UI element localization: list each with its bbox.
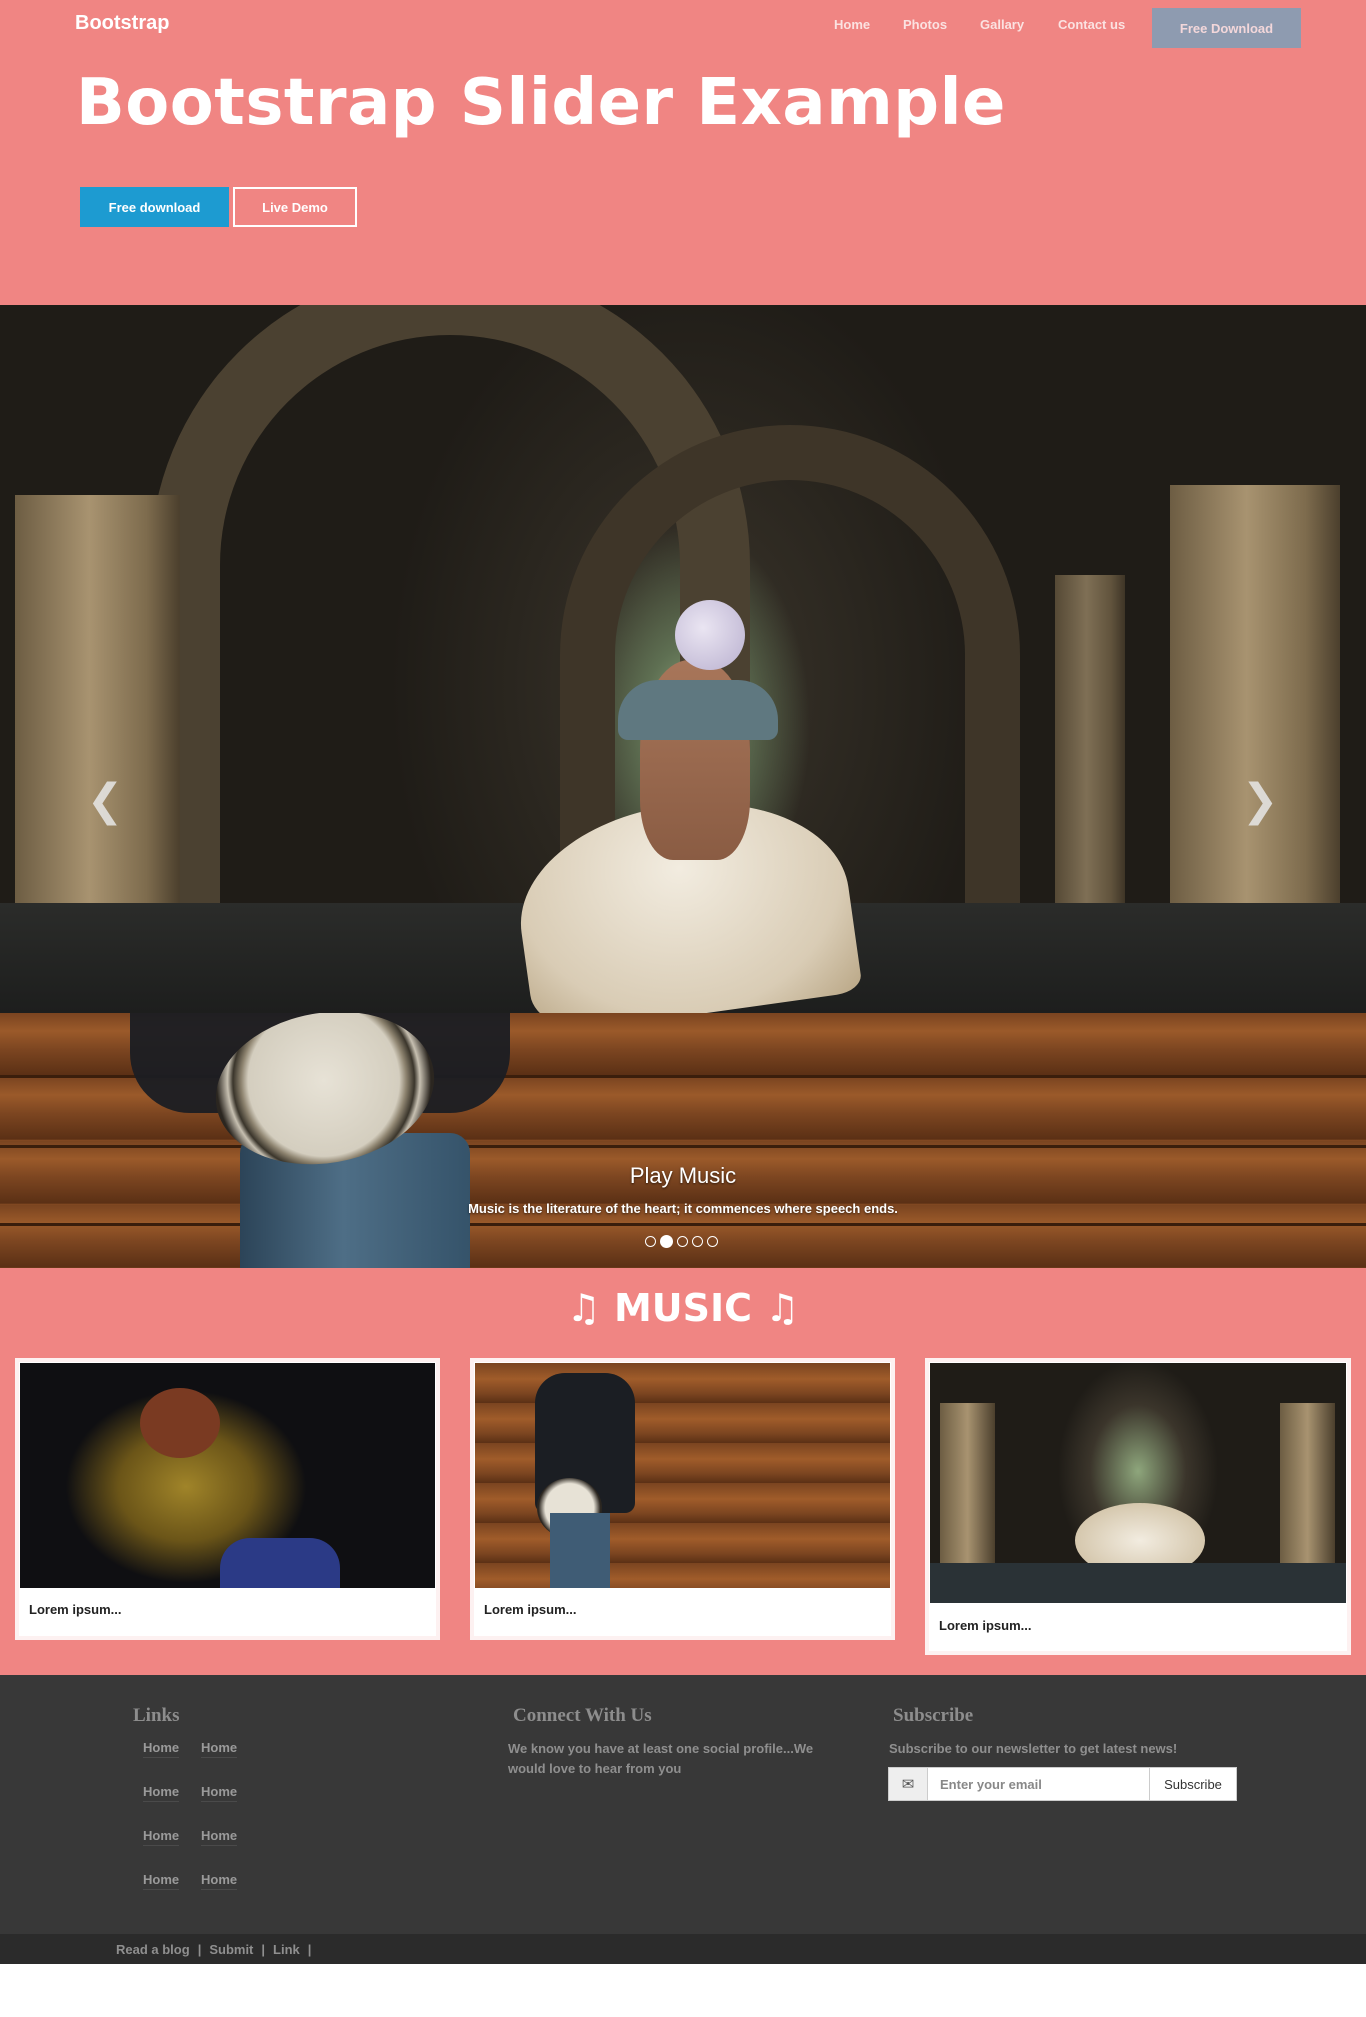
card-image-dancer bbox=[930, 1363, 1346, 1603]
separator: | bbox=[261, 1942, 266, 1957]
footer-link-home[interactable]: Home bbox=[143, 1872, 180, 1890]
carousel-indicator-active[interactable] bbox=[660, 1234, 673, 1248]
read-blog-link[interactable]: Read a blog bbox=[116, 1942, 190, 1957]
jeans-shape bbox=[550, 1513, 610, 1588]
nav-gallary[interactable]: Gallary bbox=[980, 17, 1024, 32]
hero-header: Bootstrap Home Photos Gallary Contact us… bbox=[0, 0, 1366, 305]
footer-link-home[interactable]: Home bbox=[143, 1740, 180, 1758]
carousel-indicator[interactable] bbox=[677, 1235, 688, 1247]
music-heading: ♫ MUSIC ♫ bbox=[566, 1286, 800, 1330]
carousel-indicator[interactable] bbox=[645, 1235, 656, 1247]
carousel-indicator[interactable] bbox=[707, 1235, 718, 1247]
pillar-shape bbox=[940, 1403, 995, 1563]
bottom-bar: Read a blog | Submit | Link | bbox=[0, 1934, 1366, 1964]
hero-title: Bootstrap Slider Example bbox=[76, 66, 1006, 140]
dancer-hair-flowers bbox=[675, 600, 745, 670]
music-card-2[interactable]: Lorem ipsum... bbox=[470, 1358, 895, 1640]
free-download-button[interactable]: Free download bbox=[80, 187, 229, 227]
submit-link[interactable]: Submit bbox=[209, 1942, 253, 1957]
footer-connect-heading: Connect With Us bbox=[513, 1705, 652, 1726]
live-demo-button[interactable]: Live Demo bbox=[233, 187, 357, 227]
footer-link-home[interactable]: Home bbox=[201, 1784, 238, 1802]
bottom-links: Read a blog | Submit | Link | bbox=[116, 1942, 311, 1957]
pillar-shape bbox=[1280, 1403, 1335, 1563]
card-caption: Lorem ipsum... bbox=[484, 1602, 577, 1617]
music-card-3[interactable]: Lorem ipsum... bbox=[925, 1358, 1351, 1655]
footer-link-home[interactable]: Home bbox=[201, 1828, 238, 1846]
chevron-right-icon[interactable]: ❯ bbox=[1240, 775, 1280, 825]
separator: | bbox=[197, 1942, 202, 1957]
envelope-icon: ✉ bbox=[888, 1767, 928, 1801]
carousel-indicators bbox=[645, 1234, 718, 1248]
chevron-left-icon[interactable]: ❮ bbox=[85, 775, 125, 825]
nav-photos[interactable]: Photos bbox=[903, 17, 947, 32]
card-image-woman bbox=[20, 1363, 435, 1588]
nav-home[interactable]: Home bbox=[834, 17, 870, 32]
carousel-caption-text: Music is the literature of the heart; it… bbox=[468, 1201, 898, 1216]
dancer-blouse bbox=[618, 680, 778, 740]
footer-links-heading: Links bbox=[133, 1705, 180, 1726]
music-card-1[interactable]: Lorem ipsum... bbox=[15, 1358, 440, 1640]
email-input[interactable]: Enter your email bbox=[928, 1767, 1150, 1801]
link-link[interactable]: Link bbox=[273, 1942, 300, 1957]
footer-link-home[interactable]: Home bbox=[201, 1872, 238, 1890]
footer-subscribe-text: Subscribe to our newsletter to get lates… bbox=[889, 1741, 1178, 1756]
card-image-banjo bbox=[475, 1363, 890, 1588]
brand-logo[interactable]: Bootstrap bbox=[75, 12, 169, 35]
footer-subscribe-heading: Subscribe bbox=[893, 1705, 974, 1726]
footer: Links Home Home Home Home Home Home Home… bbox=[0, 1675, 1366, 1934]
footer-connect-text: We know you have at least one social pro… bbox=[508, 1741, 814, 1776]
plank-line bbox=[0, 1145, 1366, 1148]
image-carousel[interactable]: ❮ ❯ Play Music Music is the literature o… bbox=[0, 305, 1366, 1268]
nav-contact[interactable]: Contact us bbox=[1058, 17, 1125, 32]
subscribe-button[interactable]: Subscribe bbox=[1150, 1767, 1237, 1801]
footer-link-home[interactable]: Home bbox=[143, 1784, 180, 1802]
carousel-slide-banjo: Play Music Music is the literature of th… bbox=[0, 1013, 1366, 1268]
nav-free-download-button[interactable]: Free Download bbox=[1152, 8, 1301, 48]
music-section: ♫ MUSIC ♫ Lorem ipsum... Lorem ipsum... … bbox=[0, 1268, 1366, 1675]
footer-link-home[interactable]: Home bbox=[143, 1828, 180, 1846]
card-caption: Lorem ipsum... bbox=[939, 1618, 1032, 1633]
card-caption: Lorem ipsum... bbox=[29, 1602, 122, 1617]
carousel-slide-dancer: ❮ ❯ bbox=[0, 305, 1366, 1013]
jeans-shape bbox=[220, 1538, 340, 1588]
hair-shape bbox=[140, 1388, 220, 1458]
separator: | bbox=[307, 1942, 312, 1957]
floor-shape bbox=[930, 1563, 1346, 1603]
carousel-indicator[interactable] bbox=[692, 1235, 703, 1247]
carousel-caption-title: Play Music bbox=[629, 1163, 737, 1188]
plank-line bbox=[0, 1223, 1366, 1226]
subscribe-form: ✉ Enter your email Subscribe bbox=[888, 1767, 1237, 1801]
footer-link-home[interactable]: Home bbox=[201, 1740, 238, 1758]
